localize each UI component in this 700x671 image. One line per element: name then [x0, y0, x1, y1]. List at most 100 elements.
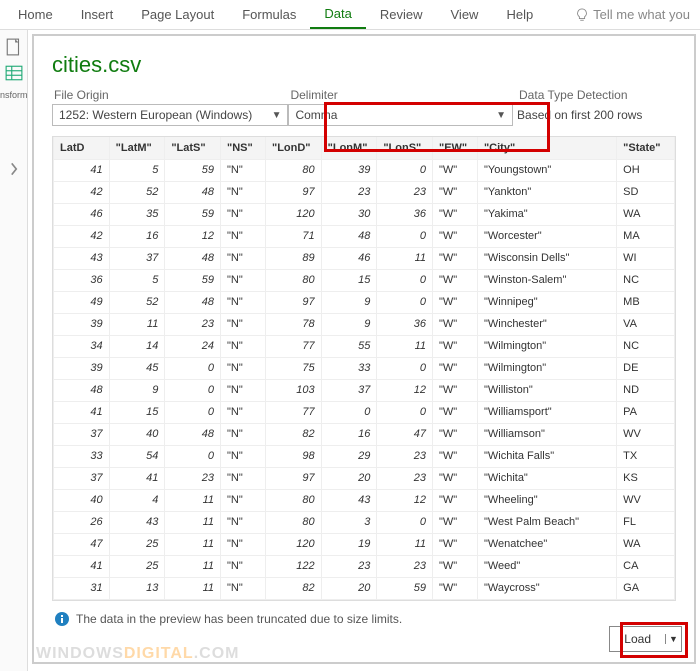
table-cell: "W": [433, 379, 478, 401]
table-cell: 11: [165, 511, 221, 533]
column-header[interactable]: "EW": [433, 137, 478, 159]
column-header[interactable]: "State": [617, 137, 675, 159]
table-cell: 23: [321, 555, 377, 577]
table-cell: "N": [221, 225, 266, 247]
table-cell: "Yakima": [477, 203, 616, 225]
table-row[interactable]: 472511"N"1201911"W""Wenatchee"WA: [54, 533, 675, 555]
table-row[interactable]: 311311"N"822059"W""Waycross"GA: [54, 577, 675, 599]
table-row[interactable]: 374123"N"972023"W""Wichita"KS: [54, 467, 675, 489]
table-row[interactable]: 4890"N"1033712"W""Williston"ND: [54, 379, 675, 401]
table-cell: SD: [617, 181, 675, 203]
table-cell: 48: [165, 247, 221, 269]
table-cell: "N": [221, 467, 266, 489]
table-cell: 59: [165, 269, 221, 291]
table-row[interactable]: 433748"N"894611"W""Wisconsin Dells"WI: [54, 247, 675, 269]
table-cell: "Youngstown": [477, 159, 616, 181]
ribbon-tab-page-layout[interactable]: Page Layout: [127, 1, 228, 28]
ribbon-tab-insert[interactable]: Insert: [67, 1, 128, 28]
tell-me-search[interactable]: Tell me what you: [575, 7, 696, 22]
file-origin-label: File Origin: [52, 88, 288, 102]
table-cell: 0: [321, 401, 377, 423]
delimiter-select[interactable]: Comma ▼: [288, 104, 513, 126]
column-header[interactable]: "LatM": [109, 137, 165, 159]
table-cell: 11: [377, 247, 433, 269]
table-cell: 0: [377, 401, 433, 423]
table-cell: 16: [109, 225, 165, 247]
ribbon-tab-home[interactable]: Home: [4, 1, 67, 28]
table-row[interactable]: 425248"N"972323"W""Yankton"SD: [54, 181, 675, 203]
table-cell: 48: [321, 225, 377, 247]
table-cell: "W": [433, 159, 478, 181]
table-cell: "W": [433, 357, 478, 379]
table-cell: 11: [165, 533, 221, 555]
expand-icon[interactable]: [5, 160, 23, 178]
table-icon[interactable]: [5, 64, 23, 82]
import-dialog: cities.csv File Origin 1252: Western Eur…: [32, 34, 696, 664]
table-cell: "N": [221, 489, 266, 511]
table-row[interactable]: 39450"N"75330"W""Wilmington"DE: [54, 357, 675, 379]
table-row[interactable]: 412511"N"1222323"W""Weed"CA: [54, 555, 675, 577]
column-header[interactable]: "LatS": [165, 137, 221, 159]
table-row[interactable]: 41150"N"7700"W""Williamsport"PA: [54, 401, 675, 423]
ribbon-tab-review[interactable]: Review: [366, 1, 437, 28]
ribbon-tab-help[interactable]: Help: [492, 1, 547, 28]
table-cell: 24: [165, 335, 221, 357]
lightbulb-icon: [575, 8, 589, 22]
table-cell: 77: [265, 401, 321, 423]
table-cell: TX: [617, 445, 675, 467]
table-cell: 49: [54, 291, 110, 313]
table-cell: 80: [265, 489, 321, 511]
table-cell: 0: [377, 511, 433, 533]
table-row[interactable]: 33540"N"982923"W""Wichita Falls"TX: [54, 445, 675, 467]
file-origin-select[interactable]: 1252: Western European (Windows) ▼: [52, 104, 288, 126]
ribbon-tab-data[interactable]: Data: [310, 0, 365, 29]
table-row[interactable]: 495248"N"9790"W""Winnipeg"MB: [54, 291, 675, 313]
table-cell: 35: [109, 203, 165, 225]
column-header[interactable]: "City": [477, 137, 616, 159]
table-cell: "N": [221, 357, 266, 379]
table-cell: 39: [54, 357, 110, 379]
column-header[interactable]: "LonD": [265, 137, 321, 159]
table-row[interactable]: 374048"N"821647"W""Williamson"WV: [54, 423, 675, 445]
column-header[interactable]: LatD: [54, 137, 110, 159]
chevron-down-icon: ▼: [272, 110, 282, 121]
table-cell: 37: [321, 379, 377, 401]
table-row[interactable]: 391123"N"78936"W""Winchester"VA: [54, 313, 675, 335]
table-cell: 43: [109, 511, 165, 533]
table-cell: 34: [54, 335, 110, 357]
table-cell: 14: [109, 335, 165, 357]
column-header[interactable]: "NS": [221, 137, 266, 159]
table-cell: "N": [221, 401, 266, 423]
file-icon[interactable]: [5, 38, 23, 56]
table-row[interactable]: 463559"N"1203036"W""Yakima"WA: [54, 203, 675, 225]
load-button-dropdown[interactable]: ▼: [665, 634, 681, 644]
load-button[interactable]: Load ▼: [609, 626, 682, 652]
table-cell: 120: [265, 203, 321, 225]
table-cell: 15: [321, 269, 377, 291]
table-cell: "N": [221, 423, 266, 445]
table-cell: 25: [109, 555, 165, 577]
table-row[interactable]: 341424"N"775511"W""Wilmington"NC: [54, 335, 675, 357]
table-cell: 48: [54, 379, 110, 401]
table-row[interactable]: 41559"N"80390"W""Youngstown"OH: [54, 159, 675, 181]
table-cell: 9: [109, 379, 165, 401]
table-row[interactable]: 40411"N"804312"W""Wheeling"WV: [54, 489, 675, 511]
table-cell: 48: [165, 423, 221, 445]
column-header[interactable]: "LonM": [321, 137, 377, 159]
column-header[interactable]: "LonS": [377, 137, 433, 159]
ribbon-tab-view[interactable]: View: [437, 1, 493, 28]
table-cell: 41: [54, 555, 110, 577]
table-cell: "Weed": [477, 555, 616, 577]
ribbon-tab-formulas[interactable]: Formulas: [228, 1, 310, 28]
dialog-footer: Load ▼: [609, 626, 682, 652]
table-cell: 0: [165, 445, 221, 467]
detection-select[interactable]: Based on first 200 rows: [517, 104, 676, 126]
table-row[interactable]: 36559"N"80150"W""Winston-Salem"NC: [54, 269, 675, 291]
table-row[interactable]: 264311"N"8030"W""West Palm Beach"FL: [54, 511, 675, 533]
delimiter-label: Delimiter: [288, 88, 513, 102]
table-cell: "Wichita Falls": [477, 445, 616, 467]
table-cell: "W": [433, 467, 478, 489]
table-cell: 4: [109, 489, 165, 511]
table-row[interactable]: 421612"N"71480"W""Worcester"MA: [54, 225, 675, 247]
table-cell: 33: [54, 445, 110, 467]
